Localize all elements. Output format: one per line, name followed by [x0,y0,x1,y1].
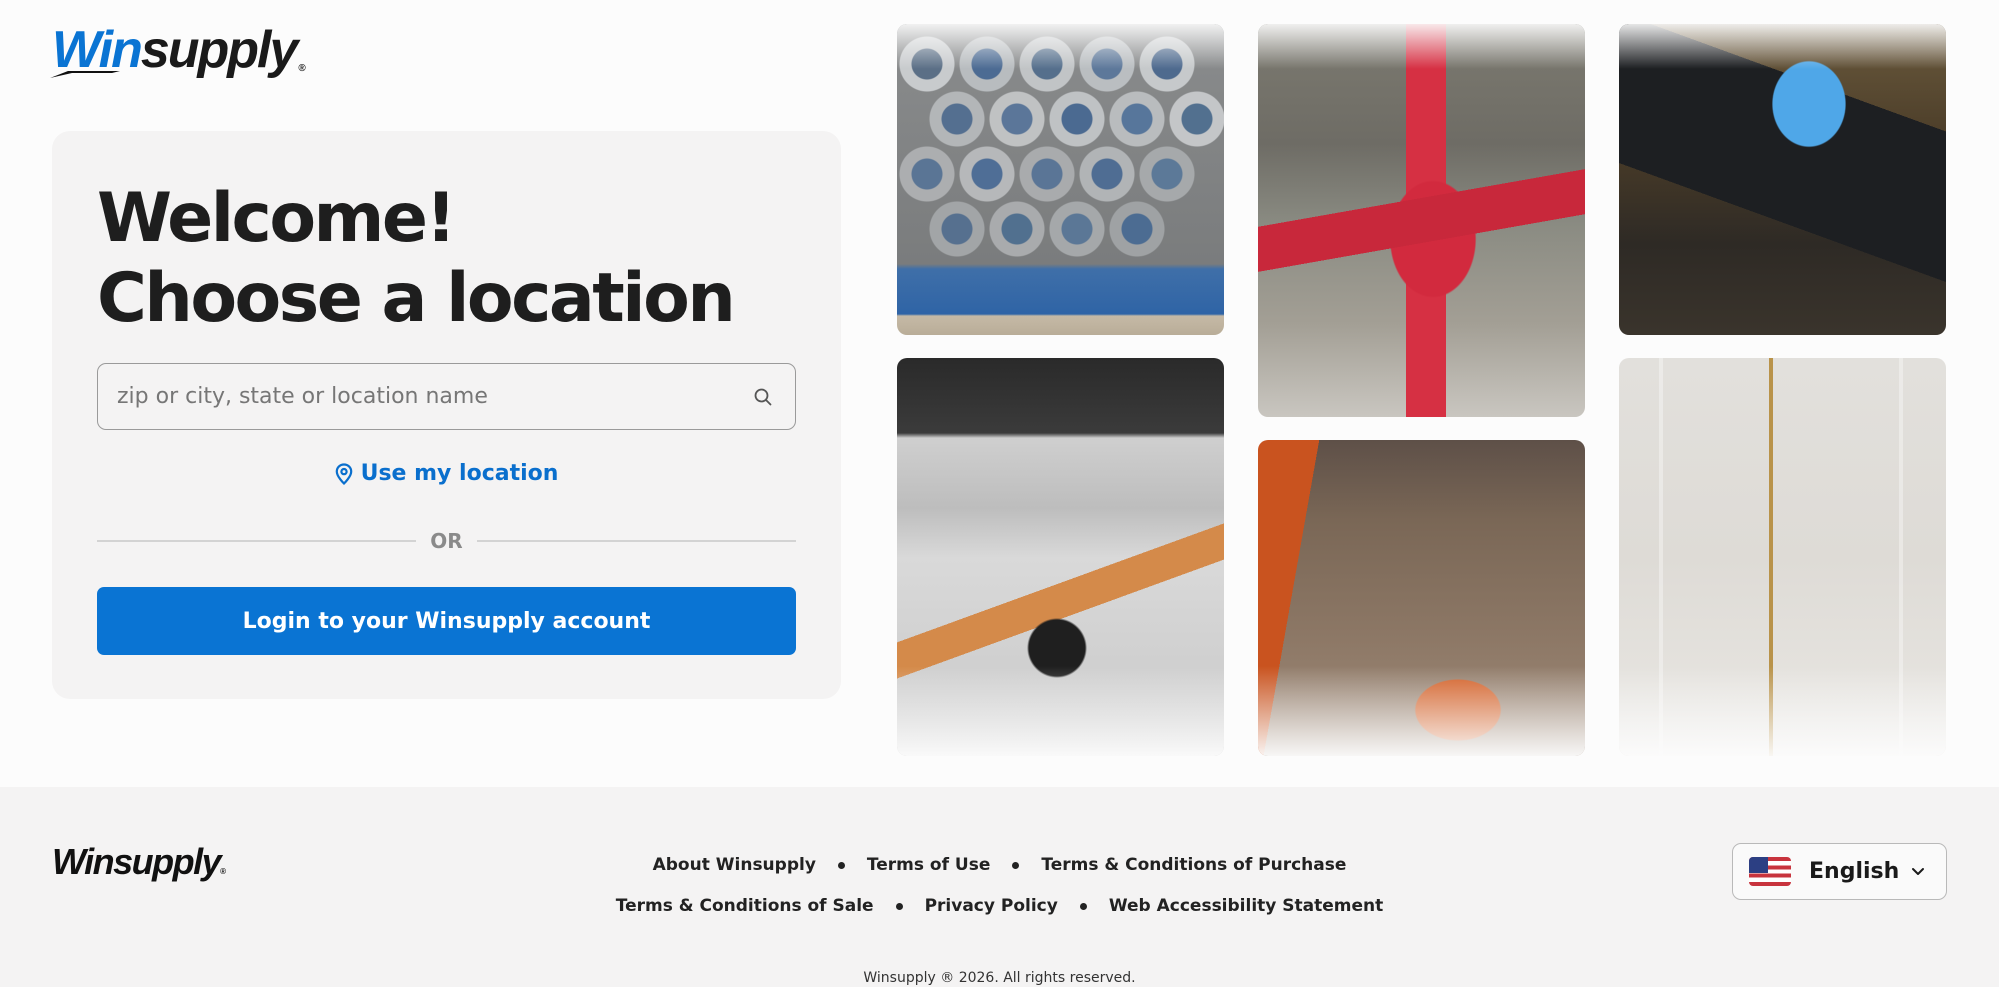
photo-water-heater-wrench [897,358,1224,756]
logo-swoosh-icon [50,71,120,78]
copyright-text: Winsupply ® 2026. All rights reserved. [863,970,1136,986]
photo-glass-shower [1619,358,1946,756]
site-footer: Winsupply® About Winsupply Terms of Use … [0,787,1999,987]
divider-line-left [97,540,417,542]
footer-link-terms-sale[interactable]: Terms & Conditions of Sale [616,896,874,916]
footer-link-accessibility[interactable]: Web Accessibility Statement [1109,896,1383,916]
footer-links-row-1: About Winsupply Terms of Use Terms & Con… [653,855,1347,875]
us-flag-icon [1749,857,1791,886]
map-pin-icon [335,462,352,485]
page-title: Welcome! Choose a location [97,179,736,339]
use-my-location-label: Use my location [360,461,559,486]
logo-prefix: Win [52,21,143,79]
location-card: Welcome! Choose a location Use my locati… [52,131,841,699]
photo-sewer-pipe-trench [1258,440,1585,756]
footer-links-row-2: Terms & Conditions of Sale Privacy Polic… [616,896,1384,916]
divider-line-right [476,540,796,542]
footer-link-terms-purchase[interactable]: Terms & Conditions of Purchase [1041,855,1346,875]
language-selector[interactable]: English [1732,843,1947,900]
footer-link-about[interactable]: About Winsupply [653,855,816,875]
footer-separator-dot [837,861,845,869]
title-line-welcome: Welcome! [97,179,457,258]
footer-links: About Winsupply Terms of Use Terms & Con… [0,855,1999,916]
or-label: OR [430,529,463,553]
or-divider: OR [97,529,796,553]
photo-stacked-pipes [897,24,1224,335]
photo-multimeter [1619,24,1946,335]
use-my-location-link[interactable]: Use my location [52,461,841,486]
search-icon [754,388,772,405]
footer-separator-dot [1079,902,1087,910]
photo-red-sprinkler-pipe [1258,24,1585,417]
logo-registered-mark: ® [298,63,306,74]
login-button[interactable]: Login to your Winsupply account [97,587,796,655]
title-line-choose-location: Choose a location [97,259,736,338]
winsupply-logo[interactable]: Win supply ® [50,21,306,79]
footer-link-terms-of-use[interactable]: Terms of Use [867,855,990,875]
footer-separator-dot [895,902,903,910]
search-button[interactable] [731,364,795,429]
footer-separator-dot [1012,861,1020,869]
logo-suffix: supply [140,21,299,79]
language-label: English [1809,859,1900,884]
location-search-input[interactable] [98,364,731,429]
location-search-box [97,363,796,430]
footer-link-privacy-policy[interactable]: Privacy Policy [925,896,1058,916]
chevron-down-icon [1912,868,1924,875]
